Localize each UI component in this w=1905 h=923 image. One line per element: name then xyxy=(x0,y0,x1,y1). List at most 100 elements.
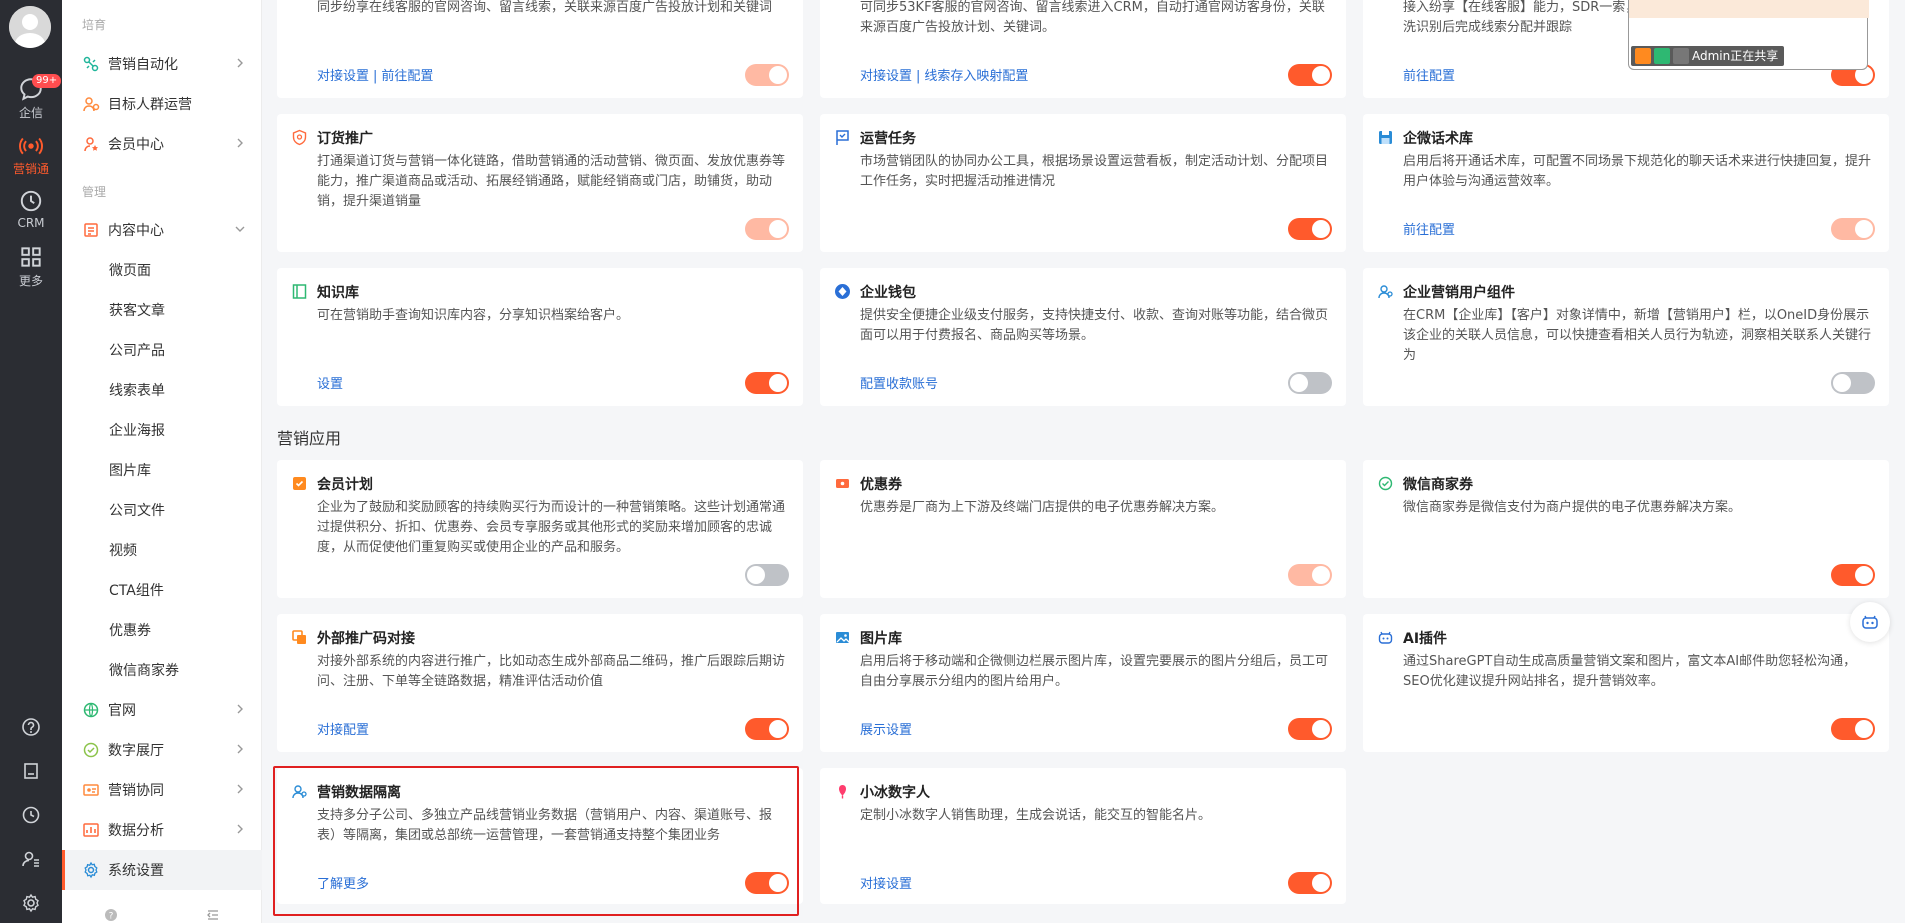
card-link[interactable]: 前往配置 xyxy=(381,69,433,84)
user-group-icon xyxy=(292,785,307,799)
feature-toggle[interactable] xyxy=(745,718,789,740)
menu-group-label: 管理 xyxy=(82,185,107,199)
feature-card-enterprise-wallet: 企业钱包 提供安全便捷企业级支付服务，支持快捷支付、收款、查询对账等功能，结合微… xyxy=(820,268,1346,406)
settings-button[interactable] xyxy=(0,883,62,923)
rail-item-qixin[interactable]: 99+ 企信 xyxy=(0,74,62,128)
menu-sub-item[interactable]: 微页面 xyxy=(62,250,262,290)
robot-icon xyxy=(1862,615,1878,629)
feature-toggle[interactable] xyxy=(745,872,789,894)
menu-sub-item[interactable]: 线索表单 xyxy=(62,370,262,410)
card-title: 外部推广码对接 xyxy=(317,631,415,647)
menu-item-digital-showroom[interactable]: 数字展厅 xyxy=(62,730,262,770)
user-group-icon xyxy=(1378,285,1393,299)
gear-icon xyxy=(84,861,98,879)
feature-toggle[interactable] xyxy=(1288,872,1332,894)
menu-item-marketing-collab[interactable]: 营销协同 xyxy=(62,770,262,810)
card-link[interactable]: 了解更多 xyxy=(317,877,369,892)
menu-sub-item[interactable]: 企业海报 xyxy=(62,410,262,450)
card-links: 设置 xyxy=(317,373,343,392)
menu-item-member-center[interactable]: 会员中心 xyxy=(62,124,262,164)
feature-toggle[interactable] xyxy=(1288,218,1332,240)
card-link[interactable]: 对接设置 xyxy=(860,69,912,84)
menu-item-website[interactable]: 官网 xyxy=(62,690,262,730)
feature-card-external-promo-code: 外部推广码对接 对接外部系统的内容进行推广，比如动态生成外部商品二维码，推广后跟… xyxy=(277,614,803,752)
ai-assistant-button[interactable] xyxy=(1850,602,1890,642)
card-description: 同步纷享在线客服的官网咨询、留言线索，关联来源百度广告投放计划和关键词 xyxy=(317,0,773,15)
card-link[interactable]: 线索存入映射配置 xyxy=(924,69,1028,84)
feature-toggle[interactable] xyxy=(1831,218,1875,240)
share-status-text: Admin正在共享 xyxy=(1692,49,1779,63)
menu-item-label: 内容中心 xyxy=(108,223,164,239)
card-link[interactable]: 配置收款账号 xyxy=(860,377,938,392)
audience-icon xyxy=(83,97,100,112)
feature-toggle[interactable] xyxy=(745,564,789,586)
card-link[interactable]: 对接设置 xyxy=(317,69,369,84)
notebook-button[interactable] xyxy=(0,751,62,791)
menu-sub-item[interactable]: 视频 xyxy=(62,530,262,570)
card-link[interactable]: 前往配置 xyxy=(1403,223,1455,238)
menu-item-label: 会员中心 xyxy=(108,137,164,153)
card-description: 微信商家券是微信支付为商户提供的电子优惠券解决方案。 xyxy=(1403,500,1742,515)
share-status-pill[interactable]: Admin正在共享 xyxy=(1631,46,1785,66)
card-links: 了解更多 xyxy=(317,873,369,892)
card-title: 营销数据隔离 xyxy=(317,785,401,801)
menu-item-label: 官网 xyxy=(108,703,136,719)
rail-item-marketing[interactable]: 营销通 xyxy=(0,132,62,184)
feature-toggle[interactable] xyxy=(1288,64,1332,86)
side-menu: 培育 营销自动化 目标人群运营 会员中心 管理 内容中心 微页面 获客文章 公司… xyxy=(62,0,262,923)
feature-toggle[interactable] xyxy=(745,372,789,394)
rail-item-crm[interactable]: CRM xyxy=(0,188,62,240)
feature-toggle[interactable] xyxy=(1288,564,1332,586)
menu-item-label: 系统设置 xyxy=(108,863,164,879)
menu-item-content-center[interactable]: 内容中心 xyxy=(62,210,262,250)
menu-sub-item[interactable]: 获客文章 xyxy=(62,290,262,330)
menu-sub-item[interactable]: 优惠券 xyxy=(62,610,262,650)
feature-toggle[interactable] xyxy=(1831,372,1875,394)
menu-sub-item[interactable]: 公司产品 xyxy=(62,330,262,370)
card-link[interactable]: 对接配置 xyxy=(317,723,369,738)
card-title: 小冰数字人 xyxy=(860,785,930,801)
grid-icon xyxy=(21,247,41,267)
menu-sub-item[interactable]: CTA组件 xyxy=(62,570,262,610)
feature-toggle[interactable] xyxy=(1831,718,1875,740)
location-icon xyxy=(1654,48,1670,64)
chevron-right-icon xyxy=(237,784,243,794)
feature-card-data-isolation: 营销数据隔离 支持多分子公司、多独立产品线营销业务数据（营销用户、内容、渠道账号… xyxy=(277,768,803,904)
feature-card-wechat-merchant-coupon: 微信商家券 微信商家券是微信支付为商户提供的电子优惠券解决方案。 xyxy=(1363,460,1889,598)
collapse-menu-icon[interactable] xyxy=(206,908,220,922)
collab-icon xyxy=(83,784,99,796)
history-button[interactable] xyxy=(0,795,62,835)
menu-item-label: 营销自动化 xyxy=(108,57,178,73)
rail-item-label: CRM xyxy=(17,216,45,230)
feature-toggle[interactable] xyxy=(745,64,789,86)
menu-item-label: 数据分析 xyxy=(108,823,164,839)
card-link[interactable]: 前往配置 xyxy=(1403,69,1455,84)
card-description: 优惠券是厂商为上下游及终端门店提供的电子优惠券解决方案。 xyxy=(860,500,1225,515)
feature-toggle[interactable] xyxy=(1288,718,1332,740)
card-link[interactable]: 对接设置 xyxy=(860,877,912,892)
menu-sub-item[interactable]: 图片库 xyxy=(62,450,262,490)
card-description: 启用后将开通话术库，可配置不同场景下规范化的聊天话术来进行快捷回复，提升用户体验… xyxy=(1403,154,1872,189)
menu-sub-item[interactable]: 公司文件 xyxy=(62,490,262,530)
user-manage-button[interactable] xyxy=(0,839,62,879)
menu-item-system-settings[interactable]: 系统设置 xyxy=(62,850,262,890)
card-description: 提供安全便捷企业级支付服务，支持快捷支付、收款、查询对账等功能，结合微页面可以用… xyxy=(860,308,1329,343)
feature-toggle[interactable] xyxy=(1288,372,1332,394)
globe-icon xyxy=(83,702,99,718)
help-icon[interactable]: ? xyxy=(104,908,118,922)
card-description: 通过ShareGPT自动生成高质量营销文案和图片，富文本AI邮件助您轻松沟通，S… xyxy=(1403,654,1857,689)
card-title: 订货推广 xyxy=(317,131,373,147)
menu-sub-item[interactable]: 微信商家券 xyxy=(62,650,262,690)
rail-item-more[interactable]: 更多 xyxy=(0,244,62,296)
menu-item-target-audience[interactable]: 目标人群运营 xyxy=(62,84,262,124)
chevron-right-icon xyxy=(237,824,243,834)
feature-toggle[interactable] xyxy=(745,218,789,240)
help-button[interactable] xyxy=(0,707,62,747)
menu-item-data-analysis[interactable]: 数据分析 xyxy=(62,810,262,850)
avatar[interactable] xyxy=(9,6,51,48)
chevron-right-icon xyxy=(237,744,243,754)
card-link[interactable]: 展示设置 xyxy=(860,723,912,738)
card-link[interactable]: 设置 xyxy=(317,377,343,392)
feature-toggle[interactable] xyxy=(1831,564,1875,586)
menu-item-marketing-automation[interactable]: 营销自动化 xyxy=(62,44,262,84)
